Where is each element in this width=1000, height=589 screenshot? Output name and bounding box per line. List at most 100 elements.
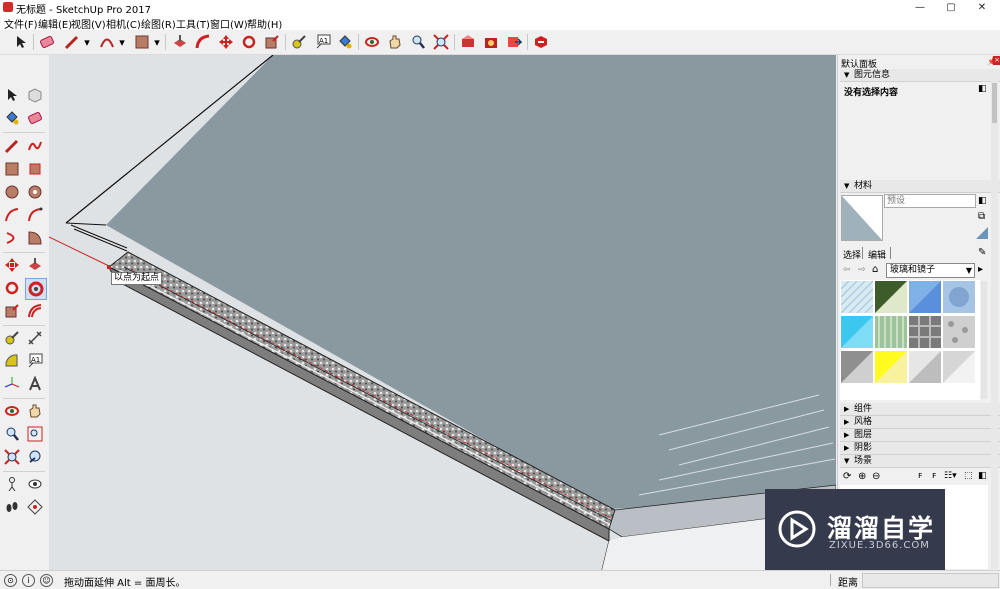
protractor-icon[interactable]: [2, 351, 22, 371]
close-icon[interactable]: ×: [993, 56, 1000, 65]
follow-me-icon[interactable]: [194, 33, 212, 51]
position-camera-icon[interactable]: [2, 474, 22, 494]
circle-icon[interactable]: [2, 182, 22, 202]
freehand-icon[interactable]: [25, 136, 45, 156]
menu-window[interactable]: 窗口(W): [210, 16, 248, 31]
zoom-extents-icon[interactable]: [2, 447, 22, 467]
minimize-button[interactable]: —: [905, 0, 935, 15]
send-to-layout-icon[interactable]: [505, 33, 523, 51]
push-pull-icon[interactable]: [25, 255, 45, 275]
zoom-extents-icon[interactable]: [432, 33, 450, 51]
extension-warehouse-icon[interactable]: [482, 33, 500, 51]
select-icon[interactable]: [12, 33, 30, 51]
pan-icon[interactable]: [25, 401, 45, 421]
menu-draw[interactable]: 绘图(R): [141, 16, 176, 31]
material-swatch[interactable]: [943, 281, 975, 313]
back-arrow-icon[interactable]: ⇦: [843, 265, 851, 275]
previous-view-icon[interactable]: [25, 447, 45, 467]
tab-select[interactable]: 选择: [843, 248, 861, 261]
close-button[interactable]: ✕: [967, 0, 997, 15]
material-swatch[interactable]: [841, 316, 873, 348]
offset-icon[interactable]: [25, 301, 45, 321]
rotate-icon[interactable]: [2, 278, 22, 298]
select-icon[interactable]: [2, 85, 22, 105]
material-swatch[interactable]: [875, 351, 907, 383]
material-swatch[interactable]: [875, 316, 907, 348]
menu-tools[interactable]: 工具(T): [176, 16, 210, 31]
line-icon[interactable]: [2, 136, 22, 156]
pan-icon[interactable]: [386, 33, 404, 51]
show-details-icon[interactable]: ⬚: [964, 471, 973, 481]
3d-text-icon[interactable]: [25, 374, 45, 394]
pencil-icon[interactable]: [63, 33, 81, 51]
remove-scene-icon[interactable]: ⊖: [872, 471, 880, 482]
menu-view[interactable]: 视图(V): [71, 16, 106, 31]
material-swatch[interactable]: [909, 351, 941, 383]
layers-header[interactable]: ▶图层×: [840, 429, 1000, 442]
tape-measure-icon[interactable]: [2, 328, 22, 348]
modeling-viewport[interactable]: 以点为起点: [49, 55, 836, 570]
eraser-icon[interactable]: [38, 33, 56, 51]
two-point-arc-icon[interactable]: [25, 205, 45, 225]
toggle-secondary-icon[interactable]: ◧: [978, 196, 987, 206]
paint-bucket-icon[interactable]: [2, 108, 22, 128]
shadows-header[interactable]: ▶阴影×: [840, 442, 1000, 455]
maximize-button[interactable]: ▢: [936, 0, 966, 15]
sample-paint-icon[interactable]: [976, 227, 988, 239]
zoom-icon[interactable]: [409, 33, 427, 51]
menu-edit[interactable]: 编辑(E): [38, 16, 72, 31]
move-up-icon[interactable]: ꜰ: [918, 471, 922, 481]
zoom-window-icon[interactable]: [25, 424, 45, 444]
arc-icon[interactable]: [2, 205, 22, 225]
material-swatch[interactable]: [909, 281, 941, 313]
scenes-header[interactable]: ▼场景×: [840, 455, 1000, 468]
tab-edit[interactable]: 编辑: [868, 248, 886, 261]
rectangle-icon[interactable]: [2, 159, 22, 179]
measurements-input[interactable]: [862, 573, 999, 588]
menu-camera[interactable]: 相机(C): [106, 16, 141, 31]
text-icon[interactable]: A1: [314, 33, 332, 51]
geolocation-icon[interactable]: ⊙: [4, 574, 17, 587]
follow-me-icon[interactable]: [25, 278, 47, 300]
rectangle-icon[interactable]: [133, 33, 151, 51]
rotate-icon[interactable]: [240, 33, 258, 51]
axes-icon[interactable]: [2, 374, 22, 394]
toggle-details-icon[interactable]: ◧: [978, 84, 987, 94]
orbit-icon[interactable]: [2, 401, 22, 421]
tape-measure-icon[interactable]: [290, 33, 308, 51]
chevron-down-icon[interactable]: ▾: [152, 33, 162, 51]
tray-scrollbar[interactable]: [991, 69, 998, 569]
polygon-icon[interactable]: [25, 182, 45, 202]
paint-bucket-icon[interactable]: [336, 33, 354, 51]
scale-icon[interactable]: [263, 33, 281, 51]
scale-icon[interactable]: [2, 301, 22, 321]
three-point-arc-icon[interactable]: [2, 228, 22, 248]
user-icon[interactable]: ☺: [40, 574, 53, 587]
swatch-scrollbar[interactable]: [981, 281, 987, 399]
info-icon[interactable]: i: [22, 574, 35, 587]
eraser-icon[interactable]: [25, 108, 45, 128]
create-material-icon[interactable]: ⧉: [978, 211, 985, 222]
eyedropper-icon[interactable]: ✎: [978, 247, 986, 258]
move-icon[interactable]: [217, 33, 235, 51]
move-down-icon[interactable]: ꜰ: [932, 471, 936, 481]
materials-header[interactable]: ▼材料×: [840, 180, 1000, 193]
look-around-icon[interactable]: [25, 474, 45, 494]
forward-arrow-icon[interactable]: ⇨: [858, 265, 866, 275]
chevron-down-icon[interactable]: ▾: [82, 33, 92, 51]
material-swatch[interactable]: [943, 316, 975, 348]
chevron-down-icon[interactable]: ▾: [117, 33, 127, 51]
material-swatch[interactable]: [909, 316, 941, 348]
pie-icon[interactable]: [25, 228, 45, 248]
3d-warehouse-icon[interactable]: [459, 33, 477, 51]
add-scene-icon[interactable]: ⊕: [858, 471, 866, 482]
home-icon[interactable]: ⌂: [872, 264, 878, 275]
material-library-select[interactable]: 玻璃和镜子 ▼: [886, 263, 975, 278]
text-icon[interactable]: A1: [25, 351, 45, 371]
material-swatch[interactable]: [875, 281, 907, 313]
walk-icon[interactable]: [2, 497, 22, 517]
orbit-icon[interactable]: [363, 33, 381, 51]
material-swatch[interactable]: [943, 351, 975, 383]
refresh-icon[interactable]: ⟳: [843, 471, 851, 482]
push-pull-icon[interactable]: [171, 33, 189, 51]
